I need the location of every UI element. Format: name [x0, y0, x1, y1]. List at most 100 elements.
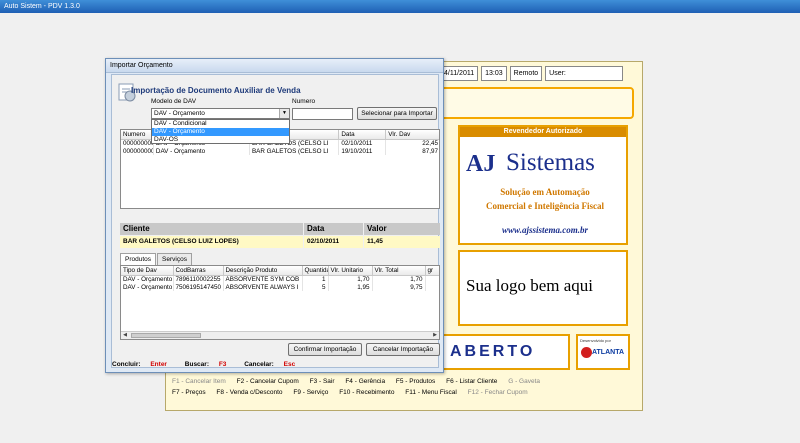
item-cell-extra — [425, 275, 439, 283]
shortcut-f3: F3 - Sair — [309, 378, 335, 385]
shortcut-f10: F10 - Recebimento — [339, 389, 395, 396]
partner-caption: Desenvolvido por — [580, 338, 611, 343]
item-col-total[interactable]: Vlr. Total — [372, 266, 426, 276]
item-col-codbarras[interactable]: CodBarras — [173, 266, 224, 276]
item-col-unitario[interactable]: Vlr. Unitario — [328, 266, 373, 276]
item-cell-descricao: ABSORVENTE ALWAYS I — [223, 283, 303, 291]
info-bar: 4/11/2011 13:03 Remoto User: — [440, 66, 624, 83]
dav-summary: Cliente Data Valor BAR GALETOS (CELSO LU… — [120, 223, 440, 251]
shortcut-f6: F6 - Listar Cliente — [446, 378, 498, 385]
hint-cancel-label: Cancelar: — [244, 361, 274, 368]
items-horizontal-scrollbar[interactable]: ◀ ▶ — [121, 331, 439, 339]
item-cell-quantidade: 5 — [302, 283, 329, 291]
app-title: Auto Sistem - PDV 1.3.0 — [4, 3, 80, 10]
model-label: Modelo de DAV — [151, 98, 197, 105]
reseller-header: Revendedor Autorizado — [460, 127, 626, 137]
detail-tabs: Produtos Serviços — [120, 253, 193, 266]
dialog-heading: Importação de Documento Auxiliar de Vend… — [131, 86, 301, 95]
model-select[interactable]: DAV - Orçamento ▼ — [151, 108, 290, 119]
dav-cell-data: 19/10/2011 — [338, 147, 387, 155]
dav-col-valor[interactable]: Vlr. Dav — [385, 130, 439, 140]
table-row[interactable]: 0000000004 DAV - Orçamento BAR GALETOS (… — [121, 147, 439, 155]
chevron-down-icon[interactable]: ▼ — [279, 109, 289, 118]
slogan-line-2: Comercial e Inteligência Fiscal — [485, 201, 605, 211]
number-label: Numero — [292, 98, 316, 105]
items-grid: Tipo de Dav CodBarras Descrição Produto … — [120, 265, 440, 340]
scrollbar-thumb[interactable] — [131, 333, 201, 338]
item-col-quantidade[interactable]: Quantida — [302, 266, 329, 276]
dav-cell-data: 02/10/2011 — [338, 139, 387, 147]
table-row[interactable]: DAV - Orçamento 7896110002255 ABSORVENTE… — [121, 275, 439, 283]
dav-cell-numero: 0000000004 — [121, 147, 154, 155]
user-display: User: — [545, 66, 624, 81]
hint-conclude-label: Concluir: — [112, 361, 141, 368]
logo-placeholder-text: Sua logo bem aqui — [466, 276, 594, 295]
select-for-import-button[interactable]: Selecionar para Importar — [357, 107, 437, 120]
reseller-box: Revendedor Autorizado AJ Sistemas Soluçã… — [458, 125, 628, 245]
dav-cell-tipo: DAV - Orçamento — [153, 147, 250, 155]
hint-conclude-key: Enter — [150, 361, 167, 368]
scroll-left-icon[interactable]: ◀ — [121, 332, 129, 339]
shortcut-f5: F5 - Produtos — [395, 378, 436, 385]
client-logo-box: Sua logo bem aqui — [458, 250, 628, 326]
status-indicator: ABERTO — [440, 334, 570, 370]
model-dropdown-list: DAV - Condicional DAV - Orçamento DAV-OS — [151, 119, 290, 144]
item-col-tipo[interactable]: Tipo de Dav — [121, 266, 174, 276]
shortcut-f11: F11 - Menu Fiscal — [405, 389, 457, 396]
dialog-title-bar[interactable]: Importar Orçamento — [106, 59, 443, 73]
model-option-os[interactable]: DAV-OS — [152, 136, 289, 144]
item-col-descricao[interactable]: Descrição Produto — [223, 266, 303, 276]
shortcut-f7: F7 - Preços — [172, 389, 206, 396]
cancel-import-button[interactable]: Cancelar Importação — [366, 343, 440, 356]
dav-cell-numero: 0000000002 — [121, 139, 154, 147]
item-cell-codbarras: 7896110002255 — [173, 275, 224, 283]
hint-cancel-key: Esc — [283, 361, 296, 368]
slogan-line-1: Solução em Automação — [500, 187, 590, 197]
model-option-orcamento[interactable]: DAV - Orçamento — [152, 128, 289, 136]
confirm-import-button[interactable]: Confirmar Importação — [288, 343, 362, 356]
summary-value-header: Valor — [364, 223, 440, 235]
brand-logo-mark: AJ — [466, 151, 496, 177]
items-grid-header: Tipo de Dav CodBarras Descrição Produto … — [121, 266, 439, 276]
summary-client-value: BAR GALETOS (CELSO LUIZ LOPES) — [120, 236, 303, 248]
import-dialog: Importar Orçamento Importação de Documen… — [105, 58, 444, 373]
item-cell-total: 9,75 — [372, 283, 426, 291]
item-cell-tipo: DAV - Orçamento — [121, 283, 174, 291]
item-cell-total: 1,70 — [372, 275, 426, 283]
brand-name: Sistemas — [506, 149, 595, 176]
dav-col-numero[interactable]: Numero — [121, 130, 154, 140]
item-col-extra[interactable]: gr — [425, 266, 439, 276]
shortcut-f4: F4 - Gerência — [345, 378, 386, 385]
website-text: www.ajssistema.com.br — [502, 225, 588, 235]
dav-cell-valor: 87,97 — [385, 147, 439, 155]
shortcut-g: G - Gaveta — [508, 378, 540, 385]
shortcut-f1: F1 - Cancelar Item — [172, 378, 226, 385]
item-cell-unitario: 1,70 — [328, 275, 373, 283]
partner-logo: Desenvolvido por ATLANTA — [576, 334, 630, 370]
shortcut-bar: F1 - Cancelar Item F2 - Cancelar Cupom F… — [172, 376, 632, 400]
dialog-key-hints: Concluir: Enter Buscar: F3 Cancelar: Esc — [112, 361, 311, 368]
shortcut-f8: F8 - Venda c/Desconto — [216, 389, 283, 396]
tab-servicos[interactable]: Serviços — [157, 253, 192, 265]
shortcut-f2: F2 - Cancelar Cupom — [236, 378, 299, 385]
dav-cell-valor: 22,45 — [385, 139, 439, 147]
time-display: 13:03 — [481, 66, 507, 81]
table-row[interactable]: DAV - Orçamento 7506195147450 ABSORVENTE… — [121, 283, 439, 291]
mode-display: Remoto — [509, 66, 543, 81]
summary-date-value: 02/10/2011 — [304, 236, 363, 248]
dav-col-data[interactable]: Data — [338, 130, 387, 140]
dialog-title: Importar Orçamento — [110, 62, 173, 69]
item-cell-codbarras: 7506195147450 — [173, 283, 224, 291]
number-input[interactable] — [292, 108, 353, 120]
summary-date-header: Data — [304, 223, 363, 235]
item-cell-extra — [425, 283, 439, 291]
item-cell-quantidade: 1 — [302, 275, 329, 283]
item-cell-tipo: DAV - Orçamento — [121, 275, 174, 283]
model-select-value: DAV - Orçamento — [154, 110, 205, 117]
dialog-content: Importação de Documento Auxiliar de Vend… — [111, 74, 440, 368]
scroll-right-icon[interactable]: ▶ — [431, 332, 439, 339]
shortcut-f12: F12 - Fechar Cupom — [467, 389, 528, 396]
summary-total-value: 11,45 — [364, 236, 440, 248]
app-title-bar: Auto Sistem - PDV 1.3.0 — [0, 0, 800, 13]
model-option-condicional[interactable]: DAV - Condicional — [152, 120, 289, 128]
